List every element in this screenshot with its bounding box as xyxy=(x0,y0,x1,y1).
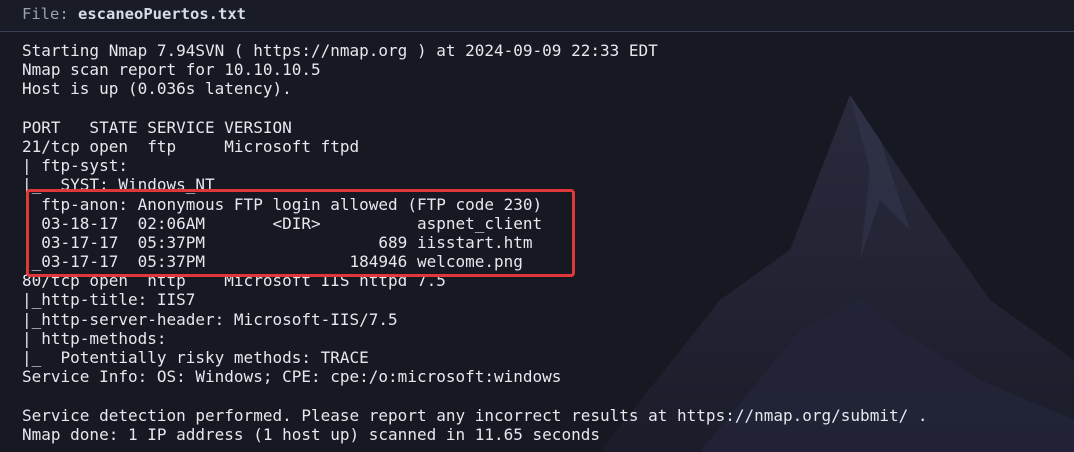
output-line: Starting Nmap 7.94SVN ( https://nmap.org… xyxy=(22,41,658,60)
output-line: |_http-server-header: Microsoft-IIS/7.5 xyxy=(22,309,398,329)
ftp-anon-highlight-box xyxy=(26,189,575,277)
output-line: Nmap done: 1 IP address (1 host up) scan… xyxy=(22,424,600,444)
header-divider xyxy=(0,31,1074,32)
output-line: Host is up (0.036s latency). xyxy=(22,79,292,99)
output-line: | ftp-syst: xyxy=(22,156,128,176)
file-name: escaneoPuertos.txt xyxy=(78,5,246,23)
output-line: |_ Potentially risky methods: TRACE xyxy=(22,348,369,367)
file-label: File: xyxy=(22,5,69,23)
output-line: PORT STATE SERVICE VERSION xyxy=(22,117,292,137)
output-line: |_http-title: IIS7 xyxy=(22,290,196,310)
output-line: Service Info: OS: Windows; CPE: cpe:/o:m… xyxy=(22,367,562,387)
output-line: 21/tcp open ftp Microsoft ftpd xyxy=(22,136,360,156)
file-header-bar: File: escaneoPuertos.txt xyxy=(0,0,1074,31)
output-line: Service detection performed. Please repo… xyxy=(22,405,928,425)
output-line: | http-methods: xyxy=(22,328,167,348)
output-line: Nmap scan report for 10.10.10.5 xyxy=(22,60,321,80)
file-header-title: File: escaneoPuertos.txt xyxy=(22,4,246,24)
